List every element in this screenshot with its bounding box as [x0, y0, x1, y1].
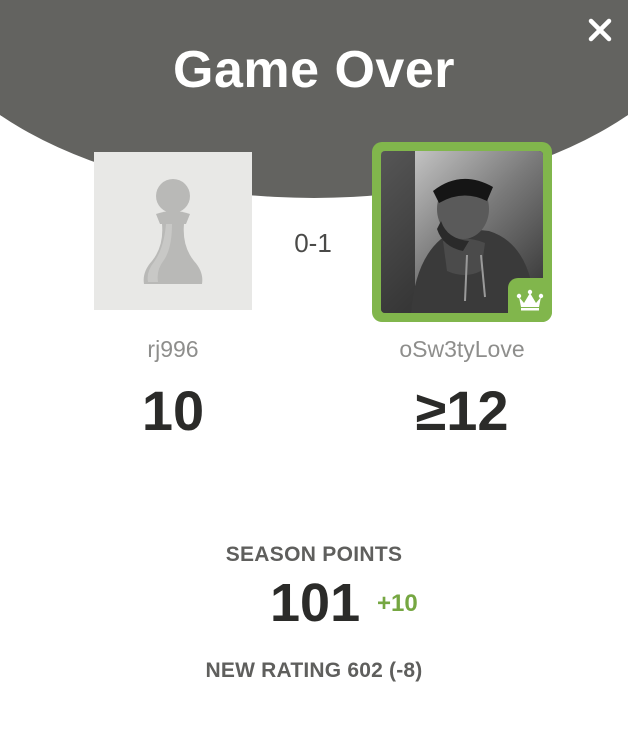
- player-username-right[interactable]: oSw3tyLove: [362, 336, 562, 363]
- pawn-icon: [143, 179, 203, 284]
- player-rating-right: ≥12: [415, 379, 509, 442]
- close-icon: [588, 18, 612, 42]
- player-avatar-left[interactable]: [94, 152, 252, 310]
- new-rating: NEW RATING 602 (-8): [205, 659, 423, 682]
- close-button[interactable]: [582, 12, 618, 48]
- season-points-label: SEASON POINTS: [225, 543, 403, 566]
- game-score: 0-1: [294, 228, 332, 258]
- crown-icon: [516, 289, 544, 311]
- player-username-left[interactable]: rj996: [94, 336, 252, 363]
- season-points-value: 101: [270, 573, 361, 633]
- winner-badge: [508, 278, 552, 322]
- modal-title: Game Over: [173, 41, 455, 99]
- game-over-modal: Game Over 0-1 rj996 oSw3tyLove 10 ≥12 SE…: [0, 0, 628, 746]
- player-rating-left: 10: [141, 379, 205, 442]
- player-avatar-right[interactable]: [372, 142, 552, 322]
- season-points-delta: +10: [377, 590, 418, 617]
